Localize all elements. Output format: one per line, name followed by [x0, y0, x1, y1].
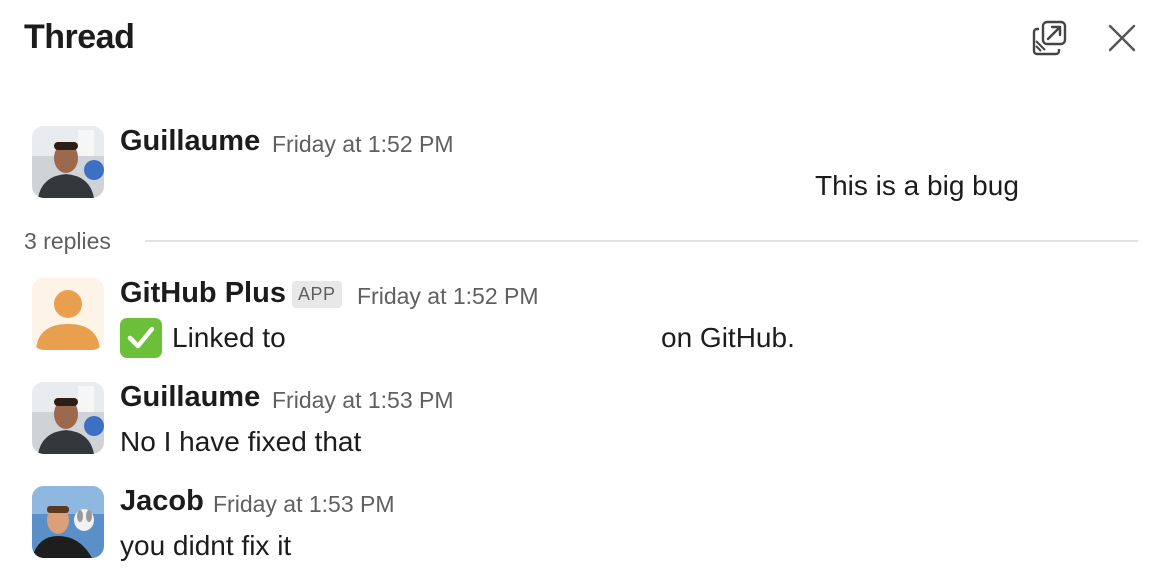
author-name[interactable]: Guillaume	[120, 381, 260, 414]
reply-count: 3 replies	[24, 228, 111, 254]
popout-icon	[1032, 20, 1067, 56]
user-photo-guillaume	[32, 382, 104, 454]
message-text: No I have fixed that	[120, 426, 362, 457]
timestamp[interactable]: Friday at 1:53 PM	[213, 491, 395, 518]
avatar[interactable]	[32, 382, 104, 454]
app-badge: APP	[292, 281, 342, 308]
message-text-prefix: Linked to	[172, 322, 286, 353]
message-text: you didnt fix it	[120, 530, 292, 561]
author-name[interactable]: Jacob	[120, 485, 204, 518]
open-in-new-window-button[interactable]	[1028, 16, 1072, 60]
page-title: Thread	[24, 18, 135, 56]
author-name[interactable]: Guillaume	[120, 125, 260, 158]
check-mark-icon	[120, 318, 162, 358]
avatar[interactable]	[32, 278, 104, 350]
default-user-icon	[36, 290, 100, 350]
timestamp[interactable]: Friday at 1:52 PM	[357, 283, 539, 310]
avatar[interactable]	[32, 486, 104, 558]
user-photo-guillaume	[32, 126, 104, 198]
user-photo-jacob	[32, 486, 104, 558]
message-text-suffix: on GitHub.	[661, 322, 795, 353]
close-button[interactable]	[1100, 16, 1144, 60]
divider	[145, 240, 1138, 242]
timestamp[interactable]: Friday at 1:53 PM	[272, 387, 454, 414]
timestamp[interactable]: Friday at 1:52 PM	[272, 131, 454, 158]
close-icon	[1108, 24, 1136, 52]
author-name[interactable]: GitHub Plus	[120, 277, 286, 310]
avatar[interactable]	[32, 126, 104, 198]
message-text: This is a big bug	[815, 170, 1019, 201]
